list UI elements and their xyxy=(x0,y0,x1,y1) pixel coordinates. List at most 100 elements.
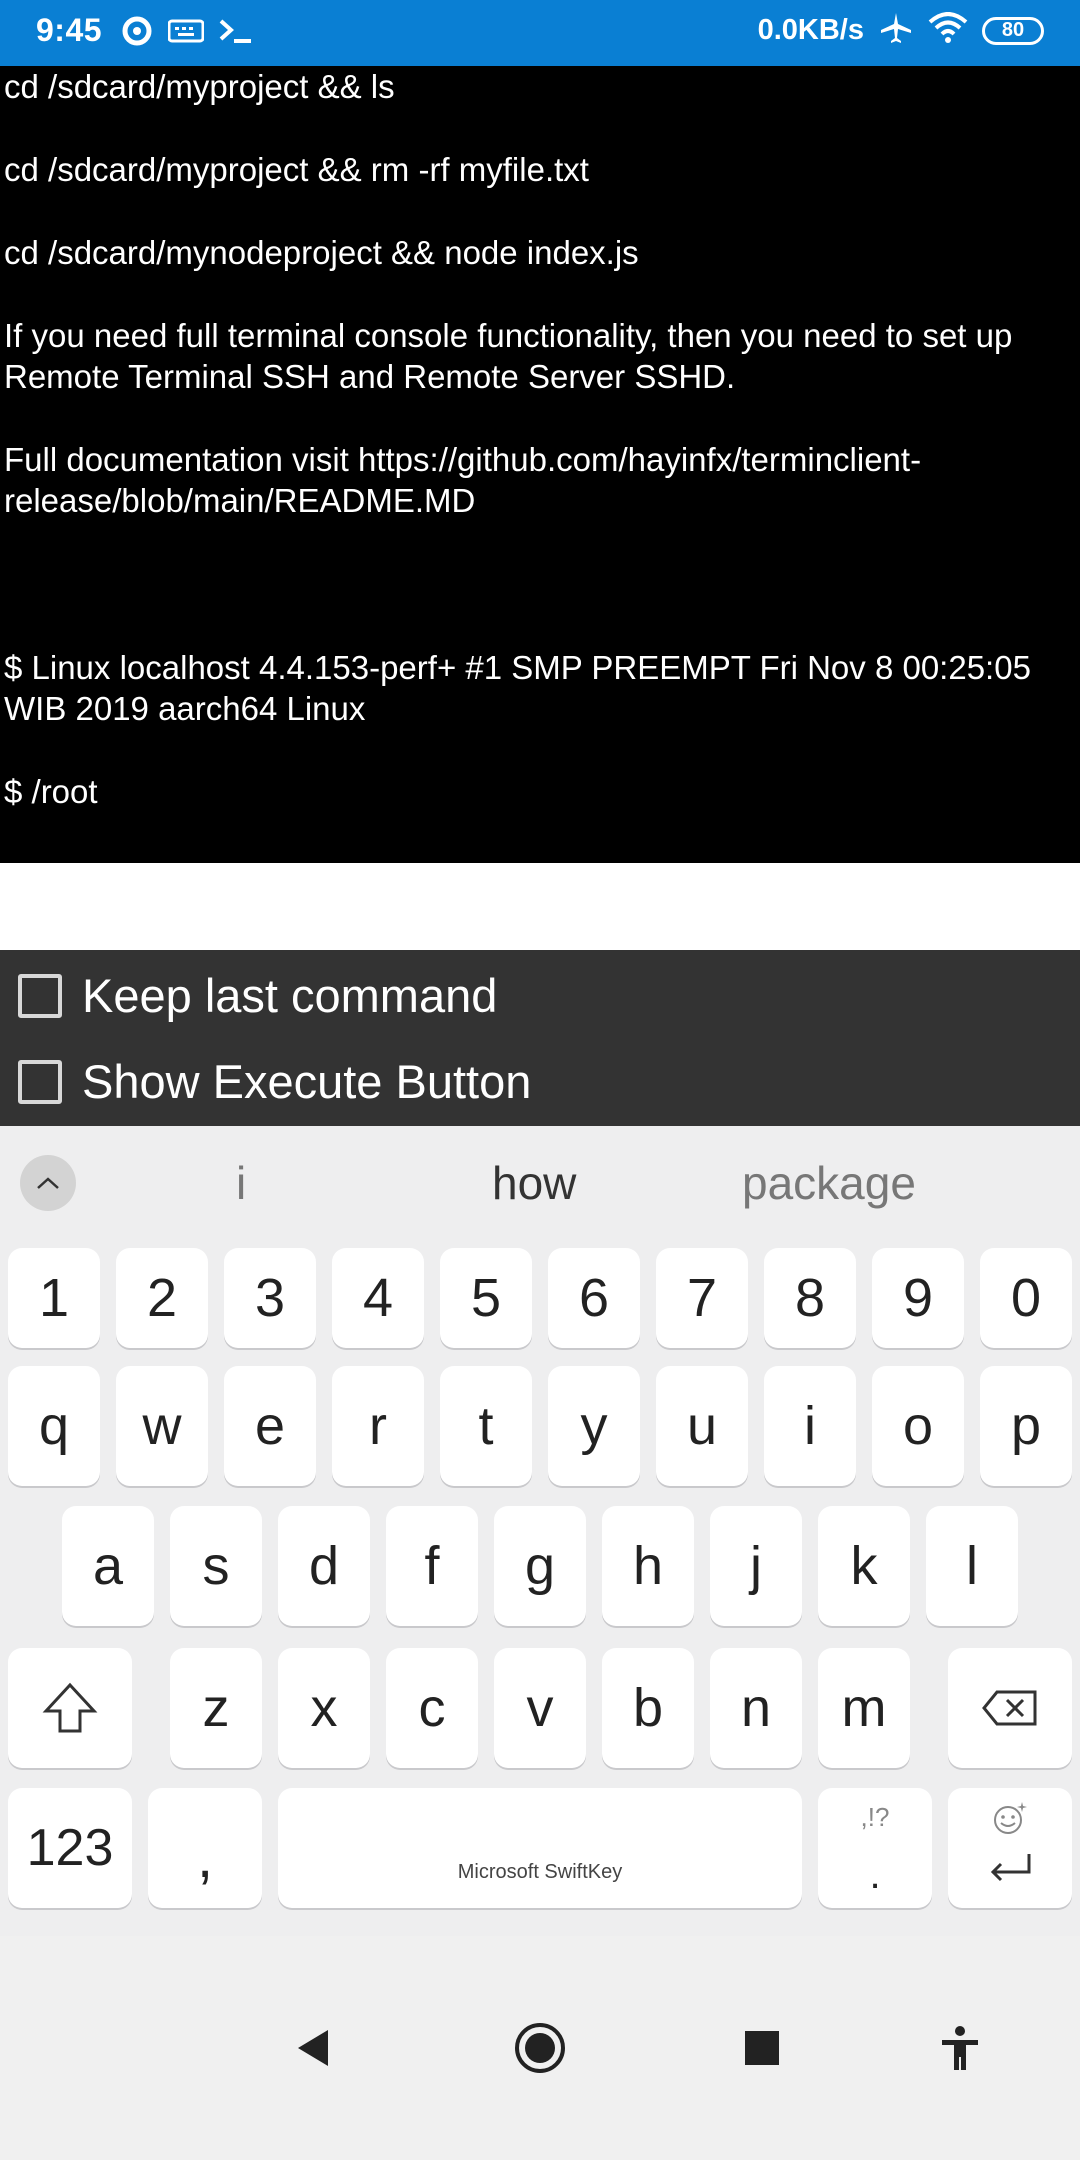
key-r[interactable]: r xyxy=(332,1366,424,1486)
key-m[interactable]: m xyxy=(818,1648,910,1768)
key-6[interactable]: 6 xyxy=(548,1248,640,1348)
terminal-line: cd /sdcard/myproject && rm -rf myfile.tx… xyxy=(4,151,589,188)
airplane-icon xyxy=(878,10,914,51)
key-9[interactable]: 9 xyxy=(872,1248,964,1348)
accessibility-icon xyxy=(942,2026,978,2070)
terminal-lines: cd /sdcard/myproject && ls cd /sdcard/myp… xyxy=(0,66,1080,812)
keep-last-command-option[interactable]: Keep last command xyxy=(18,968,497,1023)
shift-key[interactable] xyxy=(8,1648,132,1768)
keep-last-command-label: Keep last command xyxy=(82,969,498,1022)
key-v[interactable]: v xyxy=(494,1648,586,1768)
key-4[interactable]: 4 xyxy=(332,1248,424,1348)
key-t[interactable]: t xyxy=(440,1366,532,1486)
key-l[interactable]: l xyxy=(926,1506,1018,1626)
key-q[interactable]: q xyxy=(8,1366,100,1486)
key-c[interactable]: c xyxy=(386,1648,478,1768)
suggestion-3[interactable]: package xyxy=(742,1156,916,1210)
status-notification-icons xyxy=(120,14,254,53)
key-3[interactable]: 3 xyxy=(224,1248,316,1348)
backspace-icon xyxy=(982,1690,1037,1726)
key-e[interactable]: e xyxy=(224,1366,316,1486)
command-input-area[interactable] xyxy=(0,863,1080,950)
terminal-line: $ /root xyxy=(4,773,98,810)
key-h[interactable]: h xyxy=(602,1506,694,1626)
back-triangle-icon xyxy=(298,2030,328,2066)
back-button[interactable] xyxy=(272,2008,352,2088)
symbols-key[interactable]: 123 xyxy=(8,1788,132,1908)
period-key[interactable]: ,!? . xyxy=(818,1788,932,1908)
home-button[interactable] xyxy=(500,2008,580,2088)
square-icon xyxy=(745,2031,779,2065)
wifi-icon xyxy=(928,12,968,49)
terminal-line: $ Linux localhost 4.4.153-perf+ #1 SMP P… xyxy=(4,649,1041,727)
terminal-line: If you need full terminal console functi… xyxy=(4,317,1022,395)
keep-last-command-checkbox[interactable] xyxy=(18,973,62,1018)
key-j[interactable]: j xyxy=(710,1506,802,1626)
suggestion-1[interactable]: i xyxy=(236,1156,246,1210)
chevron-up-icon xyxy=(37,1177,59,1189)
show-execute-button-option[interactable]: Show Execute Button xyxy=(18,1054,531,1109)
backspace-key[interactable] xyxy=(948,1648,1072,1768)
key-u[interactable]: u xyxy=(656,1366,748,1486)
key-1[interactable]: 1 xyxy=(8,1248,100,1348)
status-time: 9:45 xyxy=(36,12,103,48)
sync-icon xyxy=(120,14,154,53)
key-k[interactable]: k xyxy=(818,1506,910,1626)
key-0[interactable]: 0 xyxy=(980,1248,1072,1348)
enter-icon xyxy=(990,1854,1031,1882)
comma-key-label: , xyxy=(196,1824,214,1890)
accessibility-button[interactable] xyxy=(920,2008,1000,2088)
terminal-line: cd /sdcard/myproject && ls xyxy=(4,68,395,105)
key-7[interactable]: 7 xyxy=(656,1248,748,1348)
options-panel: Keep last command Show Execute Button xyxy=(0,950,1080,1126)
key-x[interactable]: x xyxy=(278,1648,370,1768)
home-circle-icon xyxy=(515,2023,565,2073)
key-5[interactable]: 5 xyxy=(440,1248,532,1348)
key-p[interactable]: p xyxy=(980,1366,1072,1486)
suggestion-2[interactable]: how xyxy=(492,1156,576,1210)
key-w[interactable]: w xyxy=(116,1366,208,1486)
key-z[interactable]: z xyxy=(170,1648,262,1768)
status-right-group: 0.0KB/s 80 xyxy=(758,10,1044,51)
key-f[interactable]: f xyxy=(386,1506,478,1626)
terminal-line: Full documentation visit https://github.… xyxy=(4,441,922,519)
comma-key[interactable]: , xyxy=(148,1788,262,1908)
key-a[interactable]: a xyxy=(62,1506,154,1626)
terminal-output[interactable]: cd /sdcard/myproject && ls cd /sdcard/myp… xyxy=(0,66,1080,863)
system-navigation-bar xyxy=(0,1936,1080,2160)
key-o[interactable]: o xyxy=(872,1366,964,1486)
key-8[interactable]: 8 xyxy=(764,1248,856,1348)
shift-icon xyxy=(42,1682,98,1733)
key-i[interactable]: i xyxy=(764,1366,856,1486)
enter-key[interactable] xyxy=(948,1788,1072,1908)
key-n[interactable]: n xyxy=(710,1648,802,1768)
suggestion-bar: i how package xyxy=(0,1126,1080,1242)
swiftkey-brand: Microsoft SwiftKey xyxy=(457,1861,623,1883)
key-g[interactable]: g xyxy=(494,1506,586,1626)
period-key-label: . xyxy=(869,1853,881,1897)
show-execute-button-checkbox[interactable] xyxy=(18,1059,62,1104)
key-d[interactable]: d xyxy=(278,1506,370,1626)
key-b[interactable]: b xyxy=(602,1648,694,1768)
emoji-icon xyxy=(994,1802,1027,1834)
battery-icon: 80 xyxy=(982,16,1044,45)
key-s[interactable]: s xyxy=(170,1506,262,1626)
recents-button[interactable] xyxy=(722,2008,802,2088)
key-2[interactable]: 2 xyxy=(116,1248,208,1348)
terminal-icon xyxy=(218,17,254,50)
show-execute-button-label: Show Execute Button xyxy=(82,1055,532,1108)
expand-toolbar-button[interactable] xyxy=(20,1155,76,1211)
terminal-line: cd /sdcard/mynodeproject && node index.j… xyxy=(4,234,639,271)
space-key[interactable]: Microsoft SwiftKey xyxy=(278,1788,802,1908)
network-speed: 0.0KB/s xyxy=(757,14,864,46)
key-y[interactable]: y xyxy=(548,1366,640,1486)
status-bar: 9:45 0.0KB/s 80 xyxy=(0,0,1080,66)
